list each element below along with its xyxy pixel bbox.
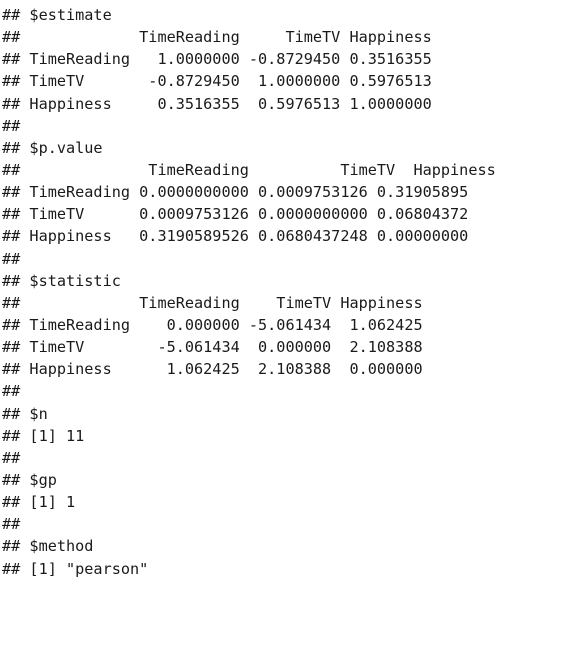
section-header-p-value: ## $p.value xyxy=(2,138,103,157)
statistic-row-timetv: ## TimeTV -5.061434 0.000000 2.108388 xyxy=(2,338,423,357)
blank-comment-line: ## xyxy=(2,515,21,534)
blank-comment-line: ## xyxy=(2,448,21,467)
p-value-row-happiness: ## Happiness 0.3190589526 0.0680437248 0… xyxy=(2,227,469,246)
blank-comment-line: ## xyxy=(2,382,21,401)
p-value-row-timereading: ## TimeReading 0.0000000000 0.0009753126… xyxy=(2,183,469,202)
estimate-row-happiness: ## Happiness 0.3516355 0.5976513 1.00000… xyxy=(2,94,432,113)
statistic-row-timereading: ## TimeReading 0.000000 -5.061434 1.0624… xyxy=(2,315,423,334)
r-console-output: ## $estimate ## TimeReading TimeTV Happin… xyxy=(0,0,569,580)
section-header-gp: ## $gp xyxy=(2,470,57,489)
section-header-estimate: ## $estimate xyxy=(2,6,112,24)
statistic-column-headers: ## TimeReading TimeTV Happiness xyxy=(2,293,423,312)
section-header-n: ## $n xyxy=(2,404,48,423)
gp-value: ## [1] 1 xyxy=(2,493,76,512)
blank-comment-line: ## xyxy=(2,249,21,268)
blank-comment-line: ## xyxy=(2,116,21,135)
p-value-row-timetv: ## TimeTV 0.0009753126 0.0000000000 0.06… xyxy=(2,205,469,224)
n-value: ## [1] 11 xyxy=(2,426,85,445)
statistic-row-happiness: ## Happiness 1.062425 2.108388 0.000000 xyxy=(2,360,423,379)
method-value: ## [1] "pearson" xyxy=(2,559,149,578)
p-value-column-headers: ## TimeReading TimeTV Happiness xyxy=(2,160,496,179)
estimate-row-timetv: ## TimeTV -0.8729450 1.0000000 0.5976513 xyxy=(2,72,432,91)
estimate-row-timereading: ## TimeReading 1.0000000 -0.8729450 0.35… xyxy=(2,50,432,69)
section-header-method: ## $method xyxy=(2,537,94,556)
estimate-column-headers: ## TimeReading TimeTV Happiness xyxy=(2,28,432,47)
section-header-statistic: ## $statistic xyxy=(2,271,121,290)
